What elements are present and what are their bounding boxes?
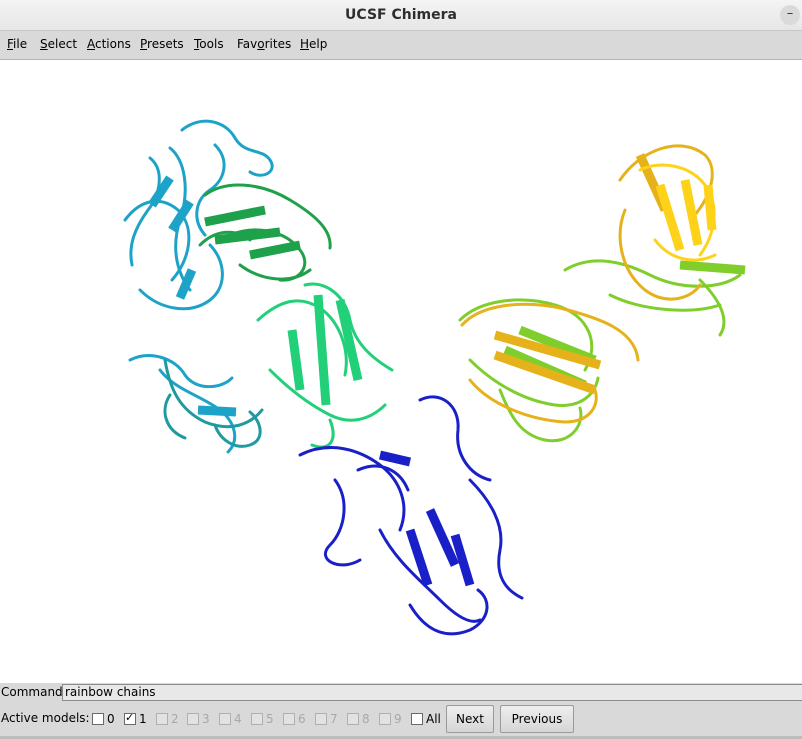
checkbox-label: 3	[202, 712, 210, 726]
active-models-label: Active models:	[1, 711, 90, 725]
ribbon-structure	[123, 119, 746, 636]
model-checkbox-6: 6	[283, 712, 306, 726]
minimize-button[interactable]: –	[780, 5, 800, 25]
menu-help-label: elp	[309, 37, 328, 51]
checkbox-label: All	[426, 712, 441, 726]
next-button[interactable]: Next	[446, 705, 494, 733]
menu-select-label: elect	[47, 37, 78, 51]
command-input[interactable]	[62, 684, 802, 701]
model-checkbox-3: 3	[187, 712, 210, 726]
menu-favorites-prefix: Fav	[237, 37, 258, 51]
check-icon: ✓	[125, 711, 135, 724]
menu-presets-label: resets	[147, 37, 184, 51]
checkbox-box[interactable]: ✓	[124, 711, 136, 725]
menu-tools[interactable]: Tools	[194, 37, 224, 51]
checkbox-label: 9	[394, 712, 402, 726]
blue-strand-2	[405, 528, 433, 587]
model-checkbox-5: 5	[251, 712, 274, 726]
model-checkbox-9: 9	[379, 712, 402, 726]
model-checkbox-1[interactable]: ✓ 1	[124, 711, 147, 726]
checkbox-label: 4	[234, 712, 242, 726]
menu-file-label: ile	[13, 37, 28, 51]
checkbox-box	[219, 713, 231, 725]
menu-favorites-mnemonic: o	[257, 37, 265, 51]
yellow-strand-1	[655, 183, 685, 252]
menu-select[interactable]: Select	[40, 37, 77, 51]
checkbox-box	[251, 713, 263, 725]
model-checkbox-7: 7	[315, 712, 338, 726]
lime-strand-3	[679, 260, 746, 275]
active-models-row: Active models: 0 ✓ 1 2 3 4 5 6 7 8 9 All …	[0, 704, 802, 739]
checkbox-box	[379, 713, 391, 725]
model-checkbox-2: 2	[156, 712, 179, 726]
checkbox-box	[156, 713, 168, 725]
chain-cyan	[123, 119, 274, 454]
menu-file[interactable]: File	[7, 37, 27, 51]
yellow-strand-2	[680, 179, 703, 246]
green-strand-1	[204, 205, 266, 227]
model-checkbox-8: 8	[347, 712, 370, 726]
window-title: UCSF Chimera	[345, 7, 457, 23]
menu-favorites[interactable]: Favorites	[237, 37, 291, 51]
menu-presets-mnemonic: P	[140, 37, 148, 51]
yellow-strand-3	[703, 184, 717, 231]
menu-help-mnemonic: H	[300, 37, 310, 51]
model-checkbox-0[interactable]: 0	[92, 712, 115, 726]
menu-help[interactable]: Help	[300, 37, 327, 51]
mint-strand-3	[287, 329, 305, 391]
checkbox-box[interactable]	[411, 713, 423, 725]
checkbox-label: 5	[266, 712, 274, 726]
molecule-viewer[interactable]	[0, 60, 802, 683]
model-checkbox-4: 4	[219, 712, 242, 726]
model-checkbox-all[interactable]: All	[411, 712, 441, 726]
command-row: Command:	[0, 684, 802, 703]
checkbox-label: 1	[139, 712, 147, 726]
checkbox-box	[347, 713, 359, 725]
checkbox-box[interactable]	[92, 713, 104, 725]
menu-select-mnemonic: S	[40, 37, 48, 51]
checkbox-label: 6	[298, 712, 306, 726]
menu-actions-mnemonic: A	[87, 37, 95, 51]
command-label: Command:	[1, 685, 67, 699]
cyan-strand-4	[197, 405, 237, 417]
checkbox-label: 7	[330, 712, 338, 726]
checkbox-label: 8	[362, 712, 370, 726]
menu-actions[interactable]: Actions	[87, 37, 131, 51]
checkbox-box	[315, 713, 327, 725]
checkbox-box	[187, 713, 199, 725]
green-strand-3	[249, 240, 301, 260]
blue-helix-1	[378, 450, 412, 467]
menu-actions-label: ctions	[95, 37, 131, 51]
checkbox-box	[283, 713, 295, 725]
previous-button[interactable]: Previous	[500, 705, 574, 733]
menu-favorites-label: rites	[264, 37, 292, 51]
checkbox-label: 2	[171, 712, 179, 726]
checkbox-label: 0	[107, 712, 115, 726]
menu-bar: File Select Actions Presets Tools Favori…	[0, 31, 802, 60]
menu-tools-label: ools	[199, 37, 224, 51]
menu-presets[interactable]: Presets	[140, 37, 184, 51]
title-bar: UCSF Chimera –	[0, 0, 802, 31]
